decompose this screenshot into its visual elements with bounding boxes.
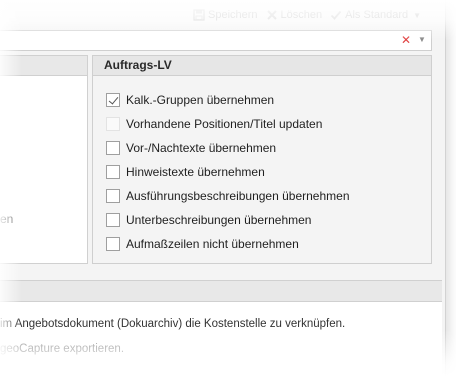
group-title: Auftrags-LV	[93, 56, 431, 76]
dialog-window: Speichern Löschen Als Standard ▼ ✕ ▼ en …	[0, 0, 446, 377]
bottom-panel-header	[0, 281, 442, 302]
delete-button[interactable]: Löschen	[263, 9, 326, 21]
bottom-panel: im Angebotsdokument (Dokuarchiv) die Kos…	[0, 280, 442, 377]
left-panel-text: en	[0, 212, 14, 226]
left-panel: en	[0, 55, 88, 264]
option-ausfuehrungsbeschreibungen[interactable]: Ausführungsbeschreibungen übernehmen	[106, 188, 350, 204]
option-label: Hinweistexte übernehmen	[126, 165, 265, 179]
save-icon	[193, 9, 205, 21]
checkbox[interactable]	[106, 213, 120, 227]
option-vor-nachtexte[interactable]: Vor-/Nachtexte übernehmen	[106, 140, 276, 156]
set-default-label: Als Standard	[345, 9, 409, 21]
clear-icon[interactable]: ✕	[399, 33, 413, 47]
template-combo[interactable]: ✕ ▼	[0, 30, 432, 51]
checkbox[interactable]	[106, 165, 120, 179]
auftrags-lv-group: Auftrags-LV Kalk.-Gruppen übernehmen Vor…	[92, 55, 432, 264]
delete-label: Löschen	[280, 9, 323, 21]
bottom-info-text: im Angebotsdokument (Dokuarchiv) die Kos…	[0, 318, 346, 330]
checkbox[interactable]	[106, 117, 120, 131]
checkbox[interactable]	[106, 237, 120, 251]
option-positionen-updaten[interactable]: Vorhandene Positionen/Titel updaten	[106, 116, 322, 132]
left-panel-header	[0, 56, 87, 76]
option-label: Vorhandene Positionen/Titel updaten	[126, 117, 323, 131]
checkbox[interactable]	[106, 141, 120, 155]
check-icon	[330, 9, 342, 21]
option-unterbeschreibungen[interactable]: Unterbeschreibungen übernehmen	[106, 212, 311, 228]
save-label: Speichern	[208, 9, 258, 21]
save-button[interactable]: Speichern	[190, 9, 261, 21]
option-hinweistexte[interactable]: Hinweistexte übernehmen	[106, 164, 265, 180]
option-label: Unterbeschreibungen übernehmen	[126, 213, 312, 227]
toolbar: Speichern Löschen Als Standard ▼	[190, 4, 424, 26]
option-label: Aufmaßzeilen nicht übernehmen	[126, 237, 299, 251]
bottom-info-text-2: geoCapture exportieren.	[0, 343, 125, 355]
option-aufmasszeilen[interactable]: Aufmaßzeilen nicht übernehmen	[106, 236, 299, 252]
option-label: Ausführungsbeschreibungen übernehmen	[126, 189, 350, 203]
option-label: Kalk.-Gruppen übernehmen	[126, 93, 275, 107]
option-kalk-gruppen[interactable]: Kalk.-Gruppen übernehmen	[106, 92, 274, 108]
set-default-button[interactable]: Als Standard ▼	[327, 9, 424, 21]
chevron-down-icon[interactable]: ▼	[413, 11, 421, 20]
checkbox[interactable]	[106, 189, 120, 203]
checkbox[interactable]	[106, 93, 120, 107]
option-label: Vor-/Nachtexte übernehmen	[126, 141, 277, 155]
delete-icon	[266, 9, 278, 21]
chevron-down-icon[interactable]: ▼	[416, 33, 428, 47]
